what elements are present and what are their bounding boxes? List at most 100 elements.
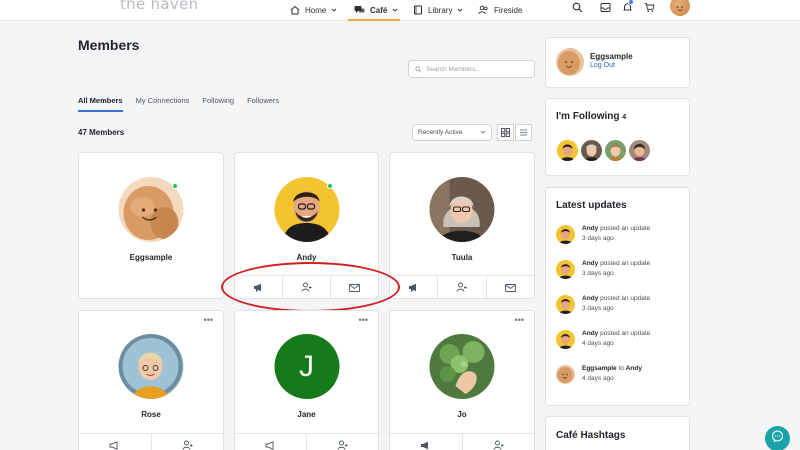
tab-following[interactable]: Following xyxy=(202,96,234,112)
member-name[interactable]: Jane xyxy=(235,410,378,419)
hashtags-title: Café Hashtags xyxy=(556,430,626,441)
connect-button[interactable] xyxy=(463,434,535,450)
nav-library-label: Library xyxy=(428,5,453,15)
megaphone-icon xyxy=(408,279,419,297)
update-item: Andy posted an update 3 days ago xyxy=(556,260,686,286)
nav-library[interactable]: Library xyxy=(413,0,463,20)
search-icon[interactable] xyxy=(570,0,584,14)
chevron-down-icon xyxy=(331,7,337,13)
member-count: 47 Members xyxy=(78,128,125,137)
nav-home[interactable]: Home xyxy=(290,0,337,20)
update-item: Andy posted an update 3 days ago xyxy=(556,225,686,251)
member-avatar[interactable] xyxy=(429,177,495,242)
update-action: to xyxy=(618,365,624,372)
follow-button[interactable] xyxy=(79,434,152,450)
latest-updates-widget: Latest updates Andy posted an update 3 d… xyxy=(545,187,690,406)
member-name[interactable]: Rose xyxy=(79,410,223,419)
user-avatar[interactable] xyxy=(670,0,690,16)
following-avatar[interactable] xyxy=(629,140,650,161)
following-widget: I'm Following 4 xyxy=(545,98,690,176)
hashtags-widget: Café Hashtags xyxy=(545,416,690,450)
more-options-icon[interactable]: ••• xyxy=(204,316,213,325)
update-avatar[interactable] xyxy=(556,365,575,384)
online-indicator xyxy=(172,183,178,189)
update-text: Andy posted an update xyxy=(582,225,650,232)
update-time: 4 days ago xyxy=(582,340,614,347)
update-time: 3 days ago xyxy=(582,270,614,277)
nav-cafe[interactable]: Café xyxy=(354,0,398,20)
megaphone-icon xyxy=(265,437,276,450)
update-time: 4 days ago xyxy=(582,375,614,382)
tab-all-members[interactable]: All Members xyxy=(78,96,123,112)
list-view-button[interactable] xyxy=(515,124,532,141)
member-name[interactable]: Eggsample xyxy=(79,253,223,262)
add-user-icon xyxy=(182,437,193,450)
chat-bubble-icon xyxy=(771,429,784,448)
nav-fireside[interactable]: Fireside xyxy=(478,0,522,20)
more-options-icon[interactable]: ••• xyxy=(359,316,368,325)
member-avatar[interactable] xyxy=(118,334,184,399)
member-search[interactable] xyxy=(408,60,535,78)
annotation-highlight-circle xyxy=(221,262,400,312)
update-action[interactable]: posted an update xyxy=(600,260,650,267)
profile-avatar[interactable] xyxy=(556,48,584,76)
update-user[interactable]: Andy xyxy=(582,330,598,337)
grid-view-button[interactable] xyxy=(497,124,514,141)
update-avatar[interactable] xyxy=(556,260,575,279)
add-user-icon xyxy=(456,279,467,297)
search-members-input[interactable] xyxy=(426,65,526,73)
megaphone-icon xyxy=(109,437,120,450)
update-avatar[interactable] xyxy=(556,330,575,349)
message-button[interactable] xyxy=(487,276,534,298)
member-avatar[interactable]: J xyxy=(274,334,339,399)
member-actions xyxy=(390,275,534,298)
people-icon xyxy=(478,5,489,15)
member-name[interactable]: Andy xyxy=(235,253,378,262)
update-action[interactable]: posted an update xyxy=(600,295,650,302)
member-name[interactable]: Tuula xyxy=(390,253,534,262)
update-user[interactable]: Andy xyxy=(582,260,598,267)
chat-bubbles-icon xyxy=(354,5,365,15)
following-avatar[interactable] xyxy=(605,140,626,161)
member-card[interactable]: ••• Jo xyxy=(389,310,535,450)
update-item: Eggsample to Andy 4 days ago xyxy=(556,365,686,391)
connect-button[interactable] xyxy=(152,434,224,450)
update-avatar[interactable] xyxy=(556,295,575,314)
member-name[interactable]: Jo xyxy=(390,410,534,419)
member-card[interactable]: ••• J Jane xyxy=(234,310,379,450)
update-user[interactable]: Andy xyxy=(582,225,598,232)
update-action[interactable]: posted an update xyxy=(600,225,650,232)
more-options-icon[interactable]: ••• xyxy=(515,316,524,325)
inbox-icon[interactable] xyxy=(598,0,612,14)
connect-button[interactable] xyxy=(438,276,487,298)
follow-button[interactable] xyxy=(235,434,307,450)
following-avatar[interactable] xyxy=(557,140,578,161)
member-card[interactable]: Tuula xyxy=(389,152,535,299)
update-target-user[interactable]: Andy xyxy=(626,365,642,372)
update-user[interactable]: Andy xyxy=(582,295,598,302)
following-avatar[interactable] xyxy=(581,140,602,161)
update-user[interactable]: Eggsample xyxy=(582,365,617,372)
avatar-initial: J xyxy=(299,349,314,383)
site-logo[interactable]: the haven xyxy=(120,0,198,13)
logout-link[interactable]: Log Out xyxy=(590,62,615,69)
update-text: Eggsample to Andy xyxy=(582,365,642,372)
profile-name[interactable]: Eggsample xyxy=(590,52,633,61)
sort-dropdown[interactable]: Recently Active xyxy=(412,124,492,141)
member-avatar[interactable] xyxy=(429,334,495,399)
update-avatar[interactable] xyxy=(556,225,575,244)
update-action[interactable]: posted an update xyxy=(600,330,650,337)
member-card[interactable]: ••• Rose xyxy=(78,310,224,450)
tab-followers[interactable]: Followers xyxy=(247,96,279,112)
chat-launcher-button[interactable] xyxy=(765,426,790,450)
tab-my-connections[interactable]: My Connections xyxy=(136,96,190,112)
follow-button[interactable] xyxy=(390,434,463,450)
nav-cafe-label: Café xyxy=(370,5,388,15)
following-title: I'm Following 4 xyxy=(556,111,626,122)
connect-button[interactable] xyxy=(307,434,378,450)
member-actions xyxy=(390,433,534,450)
cart-icon[interactable] xyxy=(642,0,656,14)
page-title: Members xyxy=(78,37,140,53)
member-card[interactable]: Eggsample xyxy=(78,152,224,299)
following-count: 4 xyxy=(622,114,627,121)
